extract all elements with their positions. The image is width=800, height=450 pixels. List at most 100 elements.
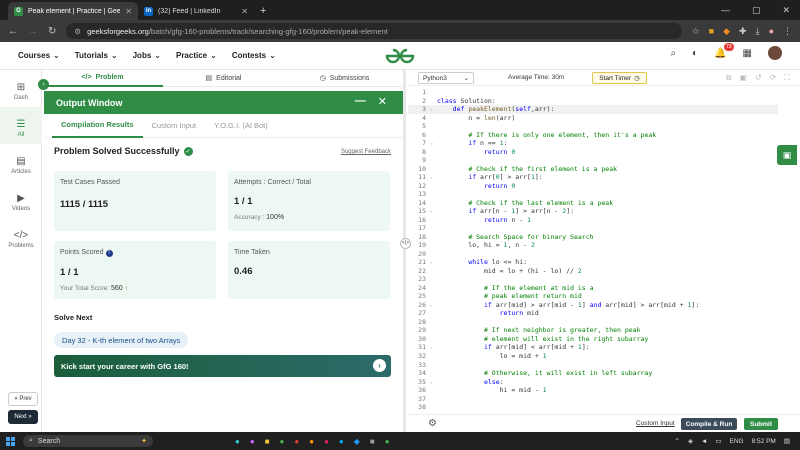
reset-icon[interactable]: ↺ [755,73,762,83]
back-icon[interactable]: ← [8,26,18,37]
code-line[interactable]: 8 return 0 [408,148,778,157]
app-icon[interactable]: ● [324,437,329,446]
copilot-icon[interactable]: ● [250,437,255,446]
start-timer-button[interactable]: Start Timer ◷ [592,72,647,84]
battery-icon[interactable]: ▭ [715,437,721,445]
nav-jobs[interactable]: Jobs ⌄ [133,51,161,60]
code-line[interactable]: 18 # Search Space for binary Search [408,233,778,242]
code-line[interactable]: 16 return n - 1 [408,216,778,225]
code-line[interactable]: 36 hi = mid - 1 [408,386,778,395]
code-line[interactable]: 1 [408,88,778,97]
code-line[interactable]: 21 ⌄ while lo <= hi: [408,258,778,267]
extension-icon[interactable]: ■ [709,26,714,36]
download-icon[interactable]: ⤓ [756,26,760,37]
code-line[interactable]: 35 ⌄ else: [408,378,778,387]
avatar[interactable] [768,46,782,60]
code-line[interactable]: 4 n = len(arr) [408,114,778,123]
taskbar-search[interactable]: ⌕ Search ✦ [23,435,153,447]
code-editor[interactable]: 1 2 class Solution: 3 ⌄ def peakElement(self… [408,88,778,412]
nav-tutorials[interactable]: Tutorials ⌄ [75,51,118,60]
chevron-right-icon[interactable]: › [373,359,386,372]
code-line[interactable]: 29 # If next neighbor is greater, then p… [408,326,778,335]
nav-contests[interactable]: Contests ⌄ [232,51,276,60]
forward-icon[interactable]: → [28,26,38,37]
close-tab-icon[interactable]: ✕ [241,7,248,16]
close-window-icon[interactable]: ✕ [782,5,790,16]
tab-yogi-ai-bot[interactable]: Y.O.G.I. (AI Bot) [205,114,277,138]
prev-button[interactable]: « Prev [8,392,38,406]
code-line[interactable]: 37 [408,395,778,404]
code-line[interactable]: 6 # If there is only one element, then i… [408,131,778,140]
url-field[interactable]: ⚙ geeksforgeeks.org/batch/gfg-160-proble… [66,23,682,39]
suggest-feedback-link[interactable]: Suggest Feedback [341,149,391,155]
rail-item-dash[interactable]: ⊞ Dash [0,70,42,107]
settings-gear-icon[interactable]: ⚙ [428,418,437,429]
close-tab-icon[interactable]: ✕ [125,7,132,16]
language-indicator[interactable]: ENG [730,438,744,445]
windows-start-icon[interactable] [6,436,15,446]
notification-icon[interactable]: 🔔 73 [714,42,734,59]
code-line[interactable]: 13 [408,190,778,199]
language-select[interactable]: Python3 ⌄ [418,72,474,84]
vscode-icon[interactable]: ◆ [354,437,360,446]
code-line[interactable]: 22 mid = lo + (hi - lo) // 2 [408,267,778,276]
nav-practice[interactable]: Practice ⌄ [176,51,217,60]
rail-item-articles[interactable]: ▤ Articles [0,144,42,181]
code-line[interactable]: 15 ⌄ if arr[n - 1] > arr[n - 2]: [408,207,778,216]
puzzle-extensions-icon[interactable]: ✚ [739,26,747,37]
folder-icon[interactable]: ■ [265,437,270,446]
refresh-icon[interactable]: ⟳ [770,73,777,83]
app-icon[interactable]: ■ [370,437,375,446]
tab-submissions[interactable]: ◷ Submissions [284,74,405,83]
chat-icon[interactable]: ▣ [777,145,797,165]
code-line[interactable]: 33 [408,361,778,370]
code-line[interactable]: 25 # peak element return mid [408,292,778,301]
paste-icon[interactable]: ▣ [739,73,747,83]
volume-icon[interactable]: ◄ [701,438,707,445]
code-line[interactable]: 23 [408,275,778,284]
code-line[interactable]: 14 # Check if the last element is a peak [408,199,778,208]
chrome-active-icon[interactable]: ● [385,437,390,446]
app-icon[interactable]: ● [309,437,314,446]
minimize-window-icon[interactable]: — [721,5,730,15]
copy-icon[interactable]: ⧉ [726,73,732,83]
code-line[interactable]: 5 [408,122,778,131]
gfg160-banner[interactable]: Kick start your career with GfG 160! › [54,355,391,377]
pane-splitter[interactable] [403,70,406,432]
tab-compilation-results[interactable]: Compilation Results [52,114,143,138]
nav-courses[interactable]: Courses ⌄ [18,51,60,60]
browser-tab-linkedin[interactable]: in (32) Feed | LinkedIn ✕ [138,2,254,20]
tab-custom-input[interactable]: Custom Input [143,114,206,138]
code-line[interactable]: 2 class Solution: [408,97,778,106]
clock[interactable]: 8:52 PM [752,438,776,445]
profile-icon[interactable]: ● [769,26,774,36]
fullscreen-icon[interactable]: ⛶ [784,73,790,83]
code-line[interactable]: 19 lo, hi = 1, n - 2 [408,241,778,250]
next-problem-chip[interactable]: Day 32 - K-th element of two Arrays [54,332,189,348]
submit-button[interactable]: Submit [744,418,778,430]
code-line[interactable]: 11 ⌄ if arr[0] > arr[1]: [408,173,778,182]
code-line[interactable]: 30 # element will exist in the right sub… [408,335,778,344]
code-line[interactable]: 26 ⌄ if arr[mid] > arr[mid - 1] and arr[m… [408,301,778,310]
rail-item-problems[interactable]: </> Problems [0,218,42,255]
search-icon[interactable]: ⌕ [670,48,676,59]
compile-run-button[interactable]: Compile & Run [681,418,737,430]
code-line[interactable]: 17 [408,224,778,233]
code-line[interactable]: 9 [408,156,778,165]
next-button[interactable]: Next » [8,410,38,424]
menu-kebab-icon[interactable]: ⋮ [783,26,792,37]
maximize-window-icon[interactable]: ▢ [752,5,761,16]
code-line[interactable]: 38 [408,403,778,412]
code-line[interactable]: 12 return 0 [408,182,778,191]
code-line[interactable]: 34 # Otherwise, it will exist in left su… [408,369,778,378]
rail-item-videos[interactable]: ▶ Videos [0,181,42,218]
rail-item-all[interactable]: ☰ All [0,107,42,144]
code-line[interactable]: 20 [408,250,778,259]
code-line[interactable]: 32 lo = mid + 1 [408,352,778,361]
app-icon[interactable]: ● [294,437,299,446]
bookmark-star-icon[interactable]: ☆ [692,26,700,37]
minimize-output-icon[interactable]: — [355,95,366,108]
edge-icon[interactable]: ● [235,437,240,446]
app-icon[interactable]: ● [339,437,344,446]
tab-problem[interactable]: </> Problem [42,70,163,87]
